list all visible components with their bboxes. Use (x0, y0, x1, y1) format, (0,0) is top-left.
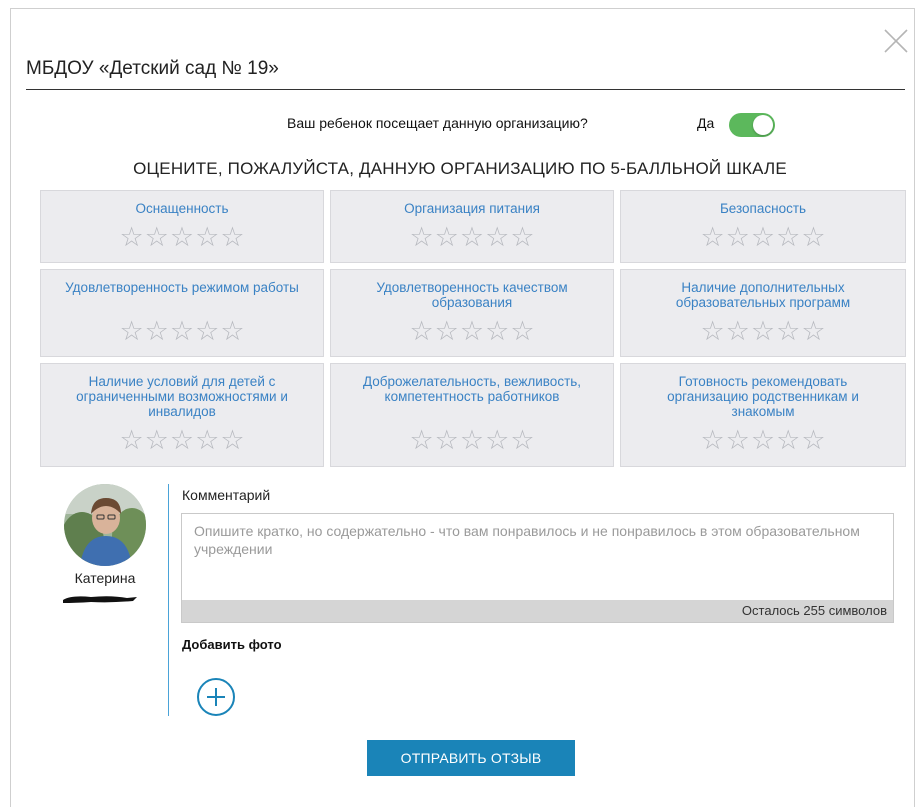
add-photo-label: Добавить фото (182, 637, 282, 652)
criterion-label: Доброжелательность, вежливость, компетен… (362, 374, 582, 404)
star-icon[interactable]: ☆ (145, 318, 169, 345)
user-name: Катерина (74, 570, 136, 586)
plus-circle-icon (197, 678, 235, 716)
avatar (64, 484, 146, 566)
star-icon[interactable]: ☆ (510, 427, 534, 454)
add-photo-button[interactable] (196, 677, 236, 717)
user-divider (168, 484, 169, 716)
star-icon[interactable]: ☆ (510, 224, 534, 251)
star-icon[interactable]: ☆ (726, 427, 750, 454)
attendance-toggle[interactable] (729, 113, 775, 137)
star-icon[interactable]: ☆ (460, 318, 484, 345)
criterion-label: Оснащенность (135, 201, 229, 216)
star-icon[interactable]: ☆ (700, 318, 724, 345)
star-icon[interactable]: ☆ (195, 318, 219, 345)
rating-criterion: Организация питания ☆☆☆☆☆ (330, 190, 614, 263)
comment-box: Осталось 255 символов (181, 513, 894, 623)
star-icon[interactable]: ☆ (801, 318, 825, 345)
star-icon[interactable]: ☆ (170, 427, 194, 454)
rating-criterion: Доброжелательность, вежливость, компетен… (330, 363, 614, 467)
star-icon[interactable]: ☆ (801, 427, 825, 454)
star-icon[interactable]: ☆ (776, 427, 800, 454)
comment-input[interactable] (182, 514, 893, 600)
star-rating: ☆☆☆☆☆ (41, 224, 323, 251)
star-icon[interactable]: ☆ (195, 224, 219, 251)
star-icon[interactable]: ☆ (119, 224, 143, 251)
star-rating: ☆☆☆☆☆ (41, 427, 323, 454)
criterion-label: Безопасность (719, 201, 807, 216)
star-icon[interactable]: ☆ (776, 318, 800, 345)
star-rating: ☆☆☆☆☆ (331, 427, 613, 454)
star-icon[interactable]: ☆ (485, 224, 509, 251)
criterion-label: Удовлетворенность качеством образования (376, 280, 568, 310)
star-rating: ☆☆☆☆☆ (621, 427, 905, 454)
submit-review-button[interactable]: ОТПРАВИТЬ ОТЗЫВ (367, 740, 575, 776)
criterion-label: Наличие дополнительных образовательных п… (675, 280, 851, 310)
star-icon[interactable]: ☆ (170, 318, 194, 345)
star-icon[interactable]: ☆ (485, 318, 509, 345)
star-icon[interactable]: ☆ (170, 224, 194, 251)
star-icon[interactable]: ☆ (776, 224, 800, 251)
star-icon[interactable]: ☆ (485, 427, 509, 454)
star-icon[interactable]: ☆ (435, 318, 459, 345)
rating-criterion: Удовлетворенность режимом работы ☆☆☆☆☆ (40, 269, 324, 357)
star-icon[interactable]: ☆ (460, 224, 484, 251)
close-button[interactable] (879, 24, 913, 58)
star-icon[interactable]: ☆ (751, 427, 775, 454)
star-rating: ☆☆☆☆☆ (621, 318, 905, 345)
star-icon[interactable]: ☆ (435, 224, 459, 251)
rating-heading: ОЦЕНИТЕ, ПОЖАЛУЙСТА, ДАННУЮ ОРГАНИЗАЦИЮ … (133, 159, 787, 178)
star-icon[interactable]: ☆ (700, 427, 724, 454)
star-icon[interactable]: ☆ (409, 427, 433, 454)
title-divider (26, 89, 905, 90)
rating-criterion: Готовность рекомендовать организацию род… (620, 363, 906, 467)
star-icon[interactable]: ☆ (801, 224, 825, 251)
rating-criterion: Удовлетворенность качеством образования ☆… (330, 269, 614, 357)
char-counter: Осталось 255 символов (182, 600, 893, 622)
star-icon[interactable]: ☆ (700, 224, 724, 251)
star-icon[interactable]: ☆ (220, 224, 244, 251)
star-icon[interactable]: ☆ (510, 318, 534, 345)
star-icon[interactable]: ☆ (726, 318, 750, 345)
star-icon[interactable]: ☆ (220, 427, 244, 454)
star-rating: ☆☆☆☆☆ (331, 224, 613, 251)
close-icon (884, 29, 908, 53)
star-icon[interactable]: ☆ (751, 318, 775, 345)
star-icon[interactable]: ☆ (435, 427, 459, 454)
star-rating: ☆☆☆☆☆ (41, 318, 323, 345)
star-icon[interactable]: ☆ (220, 318, 244, 345)
user-card: Катерина (55, 484, 155, 603)
toggle-knob (753, 115, 773, 135)
star-icon[interactable]: ☆ (726, 224, 750, 251)
criterion-label: Наличие условий для детей с ограниченным… (76, 374, 288, 419)
rating-criterion: Оснащенность ☆☆☆☆☆ (40, 190, 324, 263)
criterion-label: Готовность рекомендовать организацию род… (667, 374, 859, 419)
attendance-question: Ваш ребенок посещает данную организацию? (287, 115, 588, 131)
rating-criterion: Безопасность ☆☆☆☆☆ (620, 190, 906, 263)
star-rating: ☆☆☆☆☆ (331, 318, 613, 345)
attendance-answer: Да (697, 115, 715, 131)
attendance-row: Ваш ребенок посещает данную организацию?… (0, 113, 920, 137)
rating-criterion: Наличие дополнительных образовательных п… (620, 269, 906, 357)
star-rating: ☆☆☆☆☆ (621, 224, 905, 251)
star-icon[interactable]: ☆ (751, 224, 775, 251)
star-icon[interactable]: ☆ (119, 427, 143, 454)
star-icon[interactable]: ☆ (409, 318, 433, 345)
star-icon[interactable]: ☆ (145, 224, 169, 251)
criterion-label: Организация питания (404, 201, 540, 216)
rating-grid: Оснащенность ☆☆☆☆☆ Организация питания ☆☆☆☆… (40, 190, 906, 468)
star-icon[interactable]: ☆ (409, 224, 433, 251)
star-icon[interactable]: ☆ (145, 427, 169, 454)
modal-title: МБДОУ «Детский сад № 19» (26, 58, 279, 79)
star-icon[interactable]: ☆ (119, 318, 143, 345)
criterion-label: Удовлетворенность режимом работы (65, 280, 299, 295)
star-icon[interactable]: ☆ (195, 427, 219, 454)
comment-label: Комментарий (182, 487, 271, 503)
redacted-mark (63, 596, 137, 603)
rating-criterion: Наличие условий для детей с ограниченным… (40, 363, 324, 467)
star-icon[interactable]: ☆ (460, 427, 484, 454)
